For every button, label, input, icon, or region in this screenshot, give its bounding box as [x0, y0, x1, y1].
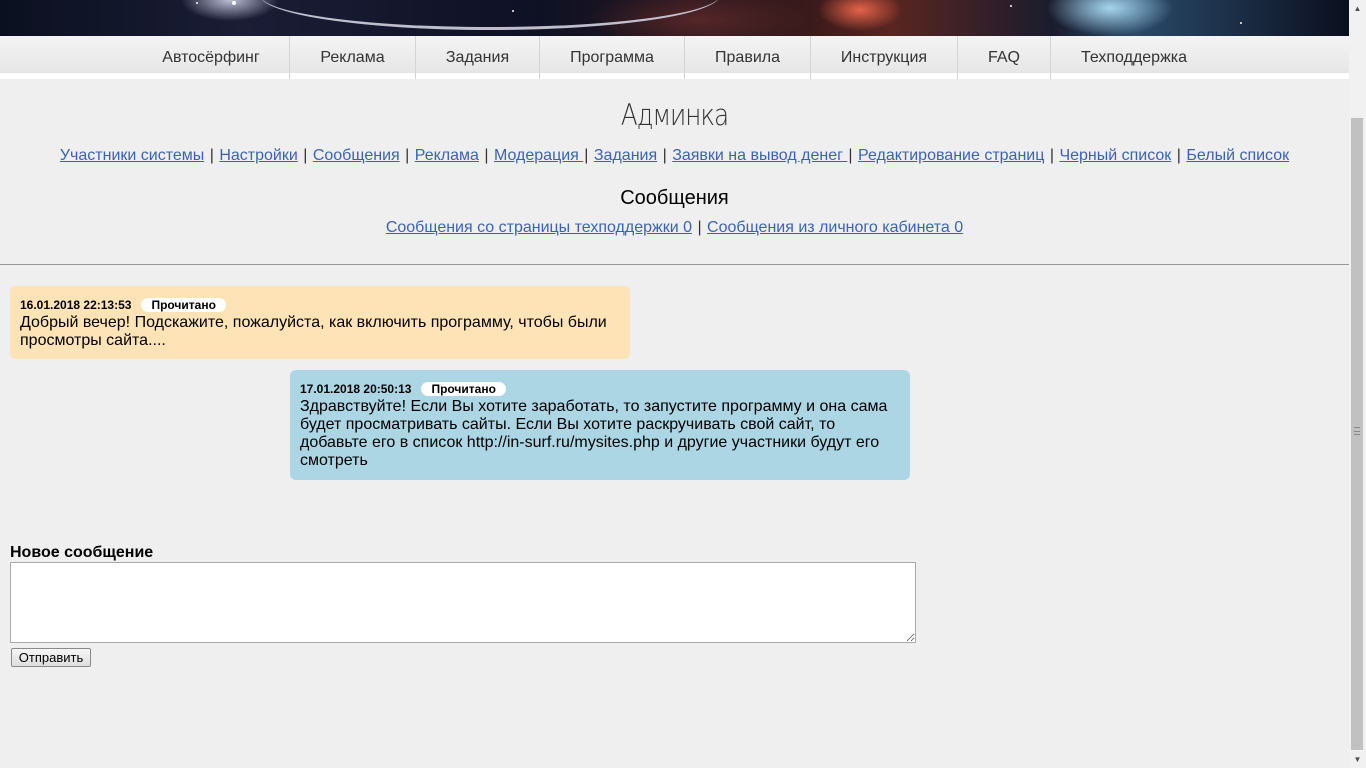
header-banner: [0, 0, 1349, 36]
nav-item-support[interactable]: Техподдержка: [1051, 36, 1217, 79]
nav-item-advertising[interactable]: Реклама: [290, 36, 416, 79]
vertical-scrollbar[interactable]: ▲ ▼: [1349, 0, 1366, 768]
divider: [0, 264, 1349, 265]
separator: |: [848, 147, 853, 164]
admin-link-moderation[interactable]: Модерация: [494, 147, 583, 164]
admin-link-whitelist[interactable]: Белый список: [1186, 147, 1289, 164]
message-bubble-admin: 17.01.2018 20:50:13 Прочитано Здравствуй…: [290, 370, 910, 480]
nav-items: Автосёрфинг Реклама Задания Программа Пр…: [133, 36, 1217, 79]
separator: |: [484, 147, 489, 164]
messages-source-links: Сообщения со страницы техподдержки 0 | С…: [0, 219, 1349, 237]
separator: |: [1049, 147, 1054, 164]
admin-link-advertising[interactable]: Реклама: [415, 147, 479, 164]
separator: |: [662, 147, 667, 164]
nav-item-tasks[interactable]: Задания: [416, 36, 540, 79]
new-message-textarea[interactable]: [10, 562, 916, 643]
star-decoration: [1010, 5, 1012, 7]
scroll-up-arrow-icon[interactable]: ▲: [1349, 0, 1366, 17]
nav-item-faq[interactable]: FAQ: [958, 36, 1051, 79]
separator: |: [697, 219, 702, 236]
message-meta: 16.01.2018 22:13:53 Прочитано: [20, 297, 620, 313]
nav-item-autosurfing[interactable]: Автосёрфинг: [133, 36, 290, 79]
star-decoration: [196, 2, 198, 4]
send-button[interactable]: Отправить: [11, 648, 91, 667]
separator: |: [209, 147, 214, 164]
message-meta: 17.01.2018 20:50:13 Прочитано: [300, 381, 900, 397]
scroll-down-arrow-icon[interactable]: ▼: [1349, 751, 1366, 768]
main-navigation: Автосёрфинг Реклама Задания Программа Пр…: [0, 36, 1349, 79]
read-status-badge: Прочитано: [421, 382, 506, 396]
star-decoration: [512, 10, 514, 12]
separator: |: [1176, 147, 1181, 164]
separator: |: [405, 147, 410, 164]
nav-item-instructions[interactable]: Инструкция: [811, 36, 958, 79]
admin-link-withdrawals[interactable]: Заявки на вывод денег: [672, 147, 847, 164]
scroll-grip-icon: [1354, 427, 1360, 435]
star-decoration: [232, 1, 236, 5]
star-decoration: [1240, 22, 1242, 24]
admin-link-messages[interactable]: Сообщения: [313, 147, 400, 164]
message-timestamp: 16.01.2018 22:13:53: [20, 298, 132, 312]
admin-link-edit-pages[interactable]: Редактирование страниц: [858, 147, 1044, 164]
admin-link-members[interactable]: Участники системы: [60, 147, 204, 164]
read-status-badge: Прочитано: [141, 298, 226, 312]
message-text: Здравствуйте! Если Вы хотите заработать,…: [300, 398, 888, 469]
admin-menu: Участники системы | Настройки | Сообщени…: [0, 147, 1349, 165]
admin-link-blacklist[interactable]: Черный список: [1059, 147, 1171, 164]
messages-section-title: Сообщения: [620, 187, 729, 209]
admin-link-settings[interactable]: Настройки: [219, 147, 297, 164]
message-bubble-user: 16.01.2018 22:13:53 Прочитано Добрый веч…: [10, 286, 630, 359]
separator: |: [584, 147, 589, 164]
new-message-label: Новое сообщение: [10, 544, 154, 561]
message-text: Добрый вечер! Подскажите, пожалуйста, ка…: [20, 314, 607, 349]
support-messages-link[interactable]: Сообщения со страницы техподдержки 0: [386, 219, 692, 236]
scrollbar-thumb[interactable]: [1351, 118, 1363, 750]
admin-link-tasks[interactable]: Задания: [594, 147, 657, 164]
separator: |: [303, 147, 308, 164]
page-title: Админка: [620, 98, 729, 132]
planet-arc-decoration: [260, 0, 720, 30]
message-timestamp: 17.01.2018 20:50:13: [300, 382, 412, 396]
nav-item-program[interactable]: Программа: [540, 36, 685, 79]
nav-item-rules[interactable]: Правила: [685, 36, 811, 79]
cabinet-messages-link[interactable]: Сообщения из личного кабинета 0: [707, 219, 963, 236]
